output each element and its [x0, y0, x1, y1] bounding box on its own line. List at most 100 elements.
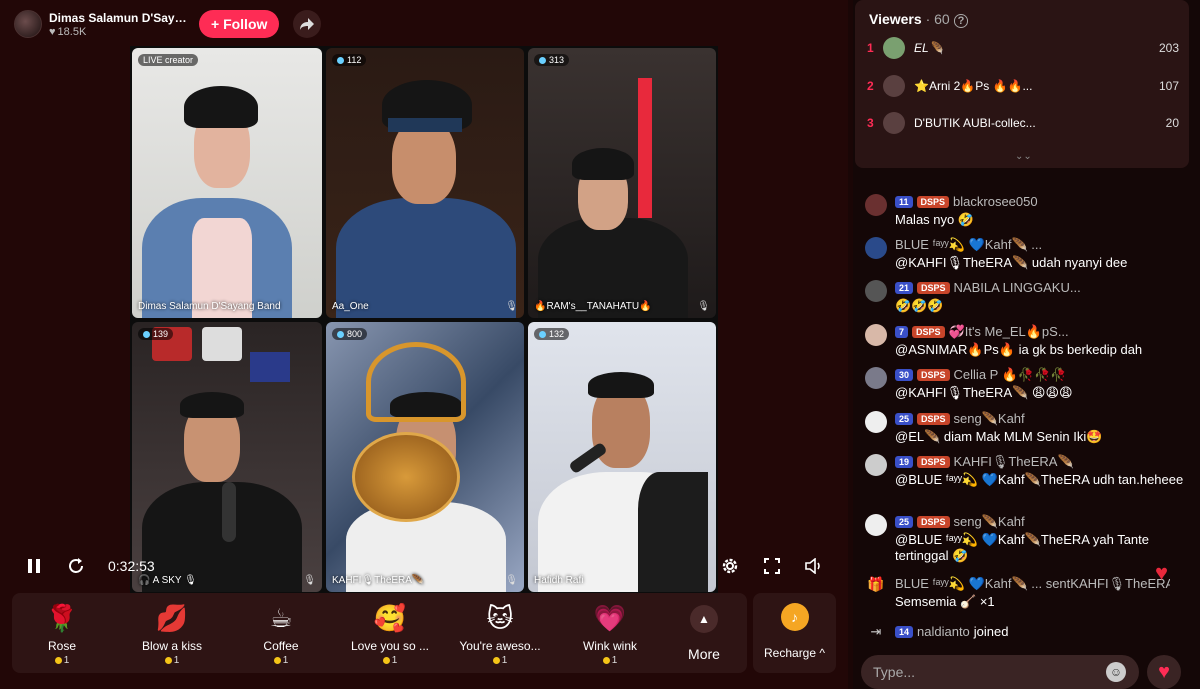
join-message: ⇥ 14 naldianto joined	[865, 624, 1185, 646]
chat-input[interactable]	[861, 655, 1139, 689]
expand-chevron-icon[interactable]: ⌄⌄	[1015, 151, 1032, 162]
chat-message: BLUE ᶠᵃʸʸ💫 💙Kahf🪶 ... @KAHFI🎙TheERA🪶 uda…	[865, 237, 1185, 273]
tiktok-coin-icon: ♪	[780, 603, 809, 631]
chat-message: 21 DSPS NABILA LINGGAKU... 🤣🤣🤣	[865, 280, 1185, 316]
gift-animation-drum	[352, 432, 460, 522]
avatar[interactable]	[865, 280, 887, 302]
gift-love-you[interactable]: 🥰 Love you so ... 1	[340, 601, 440, 669]
viewers-card: Viewers · 60 ? 1 EL🪶 203 2 ⭐Arni 2🔥Ps 🔥🔥…	[855, 0, 1189, 168]
share-icon[interactable]	[293, 10, 322, 38]
avatar[interactable]	[865, 194, 887, 216]
gift-message: 🎁 BLUE ᶠᵃʸʸ💫 💙Kahf🪶 ... sentKAHFI🎙TheERA…	[865, 576, 1185, 612]
gift-label: You're aweso...	[459, 639, 541, 653]
gift-coffee[interactable]: ☕ Coffee 1	[231, 601, 331, 669]
chat-message: 30 DSPS Cellia P 🔥🥀🥀🥀 @KAHFI🎙TheERA🪶 😩😩😩	[865, 367, 1185, 403]
gift-youre-awesome[interactable]: 🐱 You're aweso... 1	[450, 601, 550, 669]
host-info[interactable]: Dimas Salamun D'Sayan... ♥ 18.5K	[49, 11, 189, 38]
heart-icon: ♥	[49, 25, 56, 38]
floating-heart-icon: ♥	[1155, 560, 1169, 585]
avatar[interactable]	[865, 454, 887, 476]
diamond-icon	[539, 330, 546, 338]
likes-count: 18.5K	[57, 25, 87, 38]
gift-animation-harp	[366, 342, 466, 422]
host-likes: ♥ 18.5K	[49, 26, 189, 38]
diamond-icon	[337, 330, 344, 338]
refresh-icon[interactable]	[62, 550, 90, 582]
chat-message: 19 DSPS KAHFI🎙TheERA🪶 @BLUE ᶠᵃʸʸ💫 💙Kahf🪶Th…	[865, 454, 1185, 508]
follow-button[interactable]: + Follow	[199, 10, 280, 38]
heart-icon: 💗	[593, 602, 627, 633]
guest-tile[interactable]: LIVE creator Dimas Salamun D'Sayang Band	[132, 48, 322, 318]
avatar[interactable]	[865, 324, 887, 346]
pause-icon[interactable]	[20, 550, 48, 582]
gift-cost: 1	[122, 655, 222, 666]
gift-cost: 1	[231, 655, 331, 666]
top-viewer-row[interactable]: 2 ⭐Arni 2🔥Ps 🔥🔥... 107	[867, 74, 1179, 98]
guest-tile[interactable]: 313 🔥RAM's__TANAHATU🔥 🎙	[528, 48, 716, 318]
coin-icon	[602, 657, 610, 664]
recharge-button[interactable]: ♪ Recharge ^	[753, 593, 836, 673]
gift-icon: 🎁	[867, 576, 885, 592]
avatar[interactable]	[865, 514, 887, 536]
wall-sign	[250, 352, 290, 382]
gift-bar: 🌹 Rose 1 💋 Blow a kiss 1 ☕ Coffee 1 🥰 Lo…	[12, 593, 747, 673]
live-creator-badge: LIVE creator	[138, 54, 199, 66]
coffee-icon: ☕	[269, 602, 293, 633]
settings-icon[interactable]	[716, 550, 744, 582]
live-stage: Dimas Salamun D'Sayan... ♥ 18.5K + Follow…	[0, 0, 848, 689]
mic-off-icon: 🎙	[697, 301, 710, 312]
player-controls: 0:32:53	[0, 550, 848, 582]
gift-rose[interactable]: 🌹 Rose 1	[12, 601, 112, 669]
coin-icon	[273, 657, 281, 664]
gift-label: Wink wink	[582, 639, 637, 653]
top-viewer-row[interactable]: 1 EL🪶 203	[867, 36, 1179, 60]
host-bar: Dimas Salamun D'Sayan... ♥ 18.5K + Follow	[14, 8, 322, 40]
emoji-icon[interactable]: ☺	[1106, 662, 1126, 682]
help-icon[interactable]: ?	[953, 14, 969, 28]
viewer-count-badge: 112	[332, 54, 367, 66]
gift-cost: 1	[12, 655, 112, 666]
diamond-icon	[143, 330, 150, 338]
more-gifts-button[interactable]: ▲ More	[684, 605, 724, 662]
gift-blow-a-kiss[interactable]: 💋 Blow a kiss 1	[122, 601, 222, 669]
chat-message: 7 DSPS 💞It's Me_EL🔥pS... @ASNIMAR🔥Ps🔥 ia g…	[865, 324, 1185, 360]
chat-message: 25 DSPS seng🪶Kahf @EL🪶 diam Mak MLM Senin …	[865, 411, 1185, 447]
wall-sign	[202, 327, 242, 361]
avatar[interactable]	[865, 411, 887, 433]
viewers-count: · 60	[925, 11, 950, 27]
kiss-icon: 💋	[155, 602, 189, 633]
host-name[interactable]: Dimas Salamun D'Sayan...	[49, 11, 189, 25]
chat-message: 25 DSPS seng🪶Kahf @BLUE ᶠᵃʸʸ💫 💙Kahf🪶TheERA…	[865, 514, 1185, 568]
gift-label: Coffee	[263, 639, 299, 653]
avatar	[883, 37, 905, 59]
diamond-icon	[539, 56, 546, 64]
recharge-label: Recharge ^	[764, 646, 825, 660]
gift-label: Blow a kiss	[141, 639, 203, 653]
chevron-up-icon: ▲	[690, 605, 718, 633]
avatar[interactable]	[865, 237, 887, 259]
host-avatar[interactable]	[14, 10, 42, 38]
gift-wink-wink[interactable]: 💗 Wink wink 1	[560, 601, 660, 669]
neon-light	[638, 78, 652, 218]
coin-icon	[492, 657, 500, 664]
viewer-count-badge: 313	[534, 54, 570, 66]
gift-label: Love you so ...	[350, 639, 430, 653]
fullscreen-icon[interactable]	[758, 550, 786, 582]
coin-icon	[54, 657, 62, 664]
mic-off-icon: 🎙	[505, 301, 518, 312]
enter-icon: ⇥	[870, 624, 882, 639]
guest-name: Dimas Salamun D'Sayang Band	[138, 301, 281, 312]
rose-icon: 🌹	[45, 602, 79, 633]
avatar	[883, 112, 905, 134]
volume-icon[interactable]	[800, 550, 828, 582]
guest-tile[interactable]: 112 Aa_One 🎙	[326, 48, 524, 318]
avatar[interactable]	[865, 367, 887, 389]
like-heart-icon[interactable]: ♥	[1147, 655, 1181, 689]
top-viewer-row[interactable]: 3 D'BUTIK AUBI-collec... 20	[867, 111, 1179, 135]
coin-icon	[164, 657, 172, 664]
stream-time: 0:32:53	[108, 558, 155, 574]
viewers-title: Viewers · 60 ?	[869, 11, 969, 28]
diamond-icon	[337, 56, 344, 64]
gift-cost: 1	[560, 655, 660, 666]
gift-label: Rose	[47, 639, 76, 653]
